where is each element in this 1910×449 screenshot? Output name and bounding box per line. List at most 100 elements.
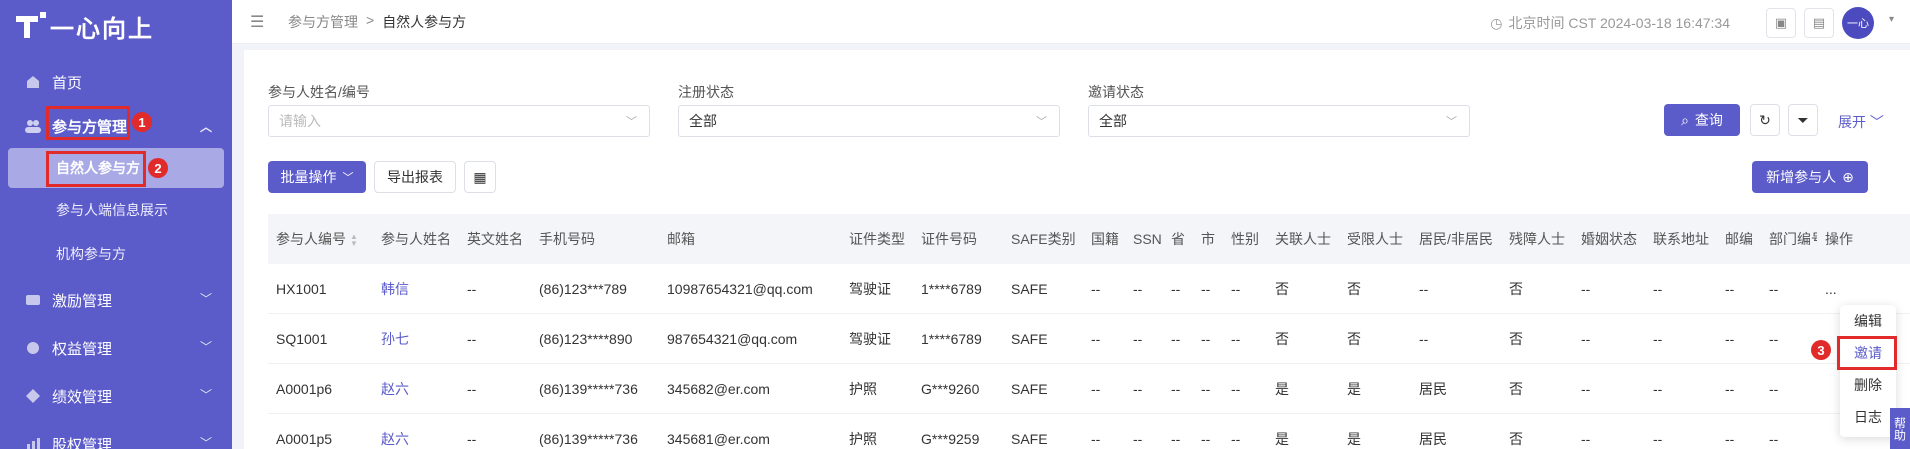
table-cell: G***9259 <box>921 430 980 447</box>
filter-label-invite: 邀请状态 <box>1088 84 1144 100</box>
table-cell: -- <box>467 430 477 447</box>
participant-name-link[interactable]: 孙七 <box>373 329 459 349</box>
table-body: HX1001 韩信 -- (86)123***789 10987654321@qq.co… <box>268 264 1910 449</box>
table-cell: -- <box>1133 430 1143 447</box>
help-tab[interactable]: 帮助 <box>1890 408 1910 449</box>
expand-link[interactable]: 展开 ﹀ <box>1838 112 1884 132</box>
table-cell: A0001p5 <box>276 430 333 447</box>
sidebar-item-stock[interactable]: 股权管理 ﹀ <box>0 420 232 449</box>
column-header: 婚姻状态 <box>1581 231 1637 247</box>
sidebar-item-performance[interactable]: 绩效管理 ﹀ <box>0 372 232 420</box>
table-cell: 否 <box>1509 280 1523 297</box>
participant-name-link[interactable]: 韩信 <box>373 279 459 299</box>
table-cell: -- <box>467 330 477 347</box>
participants-table: 参与人编号 ▲ ▼ 参与人姓名 英文姓名 手机号码 邮箱 证件类型 证件号码 SAFE类别 国籍 SS… <box>268 214 1910 449</box>
menu-item-log[interactable]: 日志 <box>1840 401 1896 433</box>
table-cell: -- <box>1581 380 1591 397</box>
add-participant-button[interactable]: 新增参与人 ⊕ <box>1752 161 1868 193</box>
menu-item-delete[interactable]: 删除 <box>1840 369 1896 401</box>
table-cell: 10987654321@qq.com <box>667 280 813 297</box>
table-cell: 否 <box>1509 430 1523 447</box>
query-button[interactable]: ⌕ 查询 <box>1664 104 1740 136</box>
column-header[interactable]: 参与人编号 ▲ ▼ <box>268 229 373 249</box>
sidebar-item-home[interactable]: 首页 <box>0 60 232 104</box>
chevron-down-icon: ﹀ <box>199 388 212 402</box>
column-header: 手机号码 <box>539 231 595 247</box>
sidebar-item-equity[interactable]: 权益管理 ﹀ <box>0 324 232 372</box>
table-cell: -- <box>1171 430 1181 447</box>
participant-name-link[interactable]: 赵六 <box>373 379 459 399</box>
table-cell: -- <box>1133 330 1143 347</box>
chevron-down-icon[interactable]: ▾ <box>1889 14 1894 25</box>
sidebar-item-label: 权益管理 <box>52 340 113 358</box>
name-search-input[interactable]: 请输入 ﹀ <box>268 105 650 137</box>
document-icon[interactable]: ▤ <box>1804 8 1834 38</box>
row-more-button[interactable]: ... <box>1817 281 1857 297</box>
chevron-down-icon: ﹀ <box>199 340 212 354</box>
annotation-badge-2: 2 <box>148 158 168 178</box>
sidebar-item-label: 股权管理 <box>52 436 113 449</box>
reset-button[interactable]: ↻ <box>1750 104 1780 136</box>
plus-circle-icon: ⊕ <box>1842 168 1854 185</box>
table-header: 参与人编号 ▲ ▼ 参与人姓名 英文姓名 手机号码 邮箱 证件类型 证件号码 SAFE类别 国籍 SS… <box>268 214 1910 264</box>
table-cell: -- <box>1419 280 1429 297</box>
expand-label: 展开 <box>1838 114 1866 130</box>
annotation-badge-3: 3 <box>1811 340 1831 360</box>
column-header: 英文姓名 <box>467 231 523 247</box>
logo[interactable]: 一心向上 <box>16 8 154 44</box>
table-cell: -- <box>1091 380 1101 397</box>
table-cell: 居民 <box>1419 380 1447 397</box>
table-cell: 987654321@qq.com <box>667 330 798 347</box>
chevron-down-icon: ﹀ <box>342 172 354 184</box>
table-cell: -- <box>1653 330 1663 347</box>
sort-icon[interactable]: ▲ ▼ <box>350 233 358 248</box>
sidebar-subitem-participant-info[interactable]: 参与人端信息展示 <box>0 188 232 232</box>
table-cell: SAFE <box>1011 380 1048 397</box>
export-report-button[interactable]: 导出报表 <box>374 161 456 193</box>
table-cell: 否 <box>1509 330 1523 347</box>
table-cell: -- <box>1769 380 1779 397</box>
select-value: 全部 <box>689 113 717 129</box>
breadcrumb: 参与方管理 > 自然人参与方 <box>288 12 466 32</box>
table-cell: -- <box>1725 330 1735 347</box>
invite-status-select[interactable]: 全部 ﹀ <box>1088 105 1470 137</box>
task-icon[interactable]: ▣ <box>1766 8 1796 38</box>
column-header: 残障人士 <box>1509 231 1565 247</box>
table-cell: 是 <box>1275 430 1289 447</box>
annotation-box-1 <box>46 106 130 140</box>
table-cell: -- <box>1201 430 1211 447</box>
sidebar-subitem-institution[interactable]: 机构参与方 <box>0 232 232 276</box>
annotation-box-3 <box>1837 336 1897 370</box>
column-settings-button[interactable]: ▦ <box>464 161 496 193</box>
collapse-menu-icon[interactable]: ☰ <box>250 12 270 32</box>
sidebar-subitem-label: 参与人端信息展示 <box>56 202 168 218</box>
filter-button[interactable]: ⏷ <box>1788 104 1818 136</box>
table-cell: -- <box>1171 280 1181 297</box>
select-value: 全部 <box>1099 113 1127 129</box>
batch-action-button[interactable]: 批量操作 ﹀ <box>268 161 366 193</box>
refresh-icon: ↻ <box>1759 111 1771 128</box>
column-header: 国籍 <box>1091 231 1119 247</box>
table-cell: -- <box>467 380 477 397</box>
table-cell: 是 <box>1347 430 1361 447</box>
column-header: 证件类型 <box>849 231 905 247</box>
table-cell: 否 <box>1509 380 1523 397</box>
register-status-select[interactable]: 全部 ﹀ <box>678 105 1060 137</box>
breadcrumb-item[interactable]: 参与方管理 <box>288 12 358 32</box>
menu-item-edit[interactable]: 编辑 <box>1840 305 1896 337</box>
column-header: 邮箱 <box>667 231 695 247</box>
column-header: 省 <box>1171 231 1185 247</box>
participant-name-link[interactable]: 赵六 <box>373 429 459 449</box>
column-header: 邮编 <box>1725 231 1753 247</box>
table-cell: -- <box>1653 430 1663 447</box>
sidebar-item-incentive[interactable]: 激励管理 ﹀ <box>0 276 232 324</box>
column-header: 证件号码 <box>921 231 977 247</box>
export-label: 导出报表 <box>387 169 443 185</box>
column-header: 关联人士 <box>1275 231 1331 247</box>
avatar[interactable]: 一心 <box>1842 7 1874 39</box>
table-cell: 驾驶证 <box>849 280 891 297</box>
chevron-down-icon: ﹀ <box>199 436 212 449</box>
table-cell: (86)123****890 <box>539 330 633 347</box>
table-cell: 否 <box>1275 280 1289 297</box>
table-cell: SAFE <box>1011 280 1048 297</box>
